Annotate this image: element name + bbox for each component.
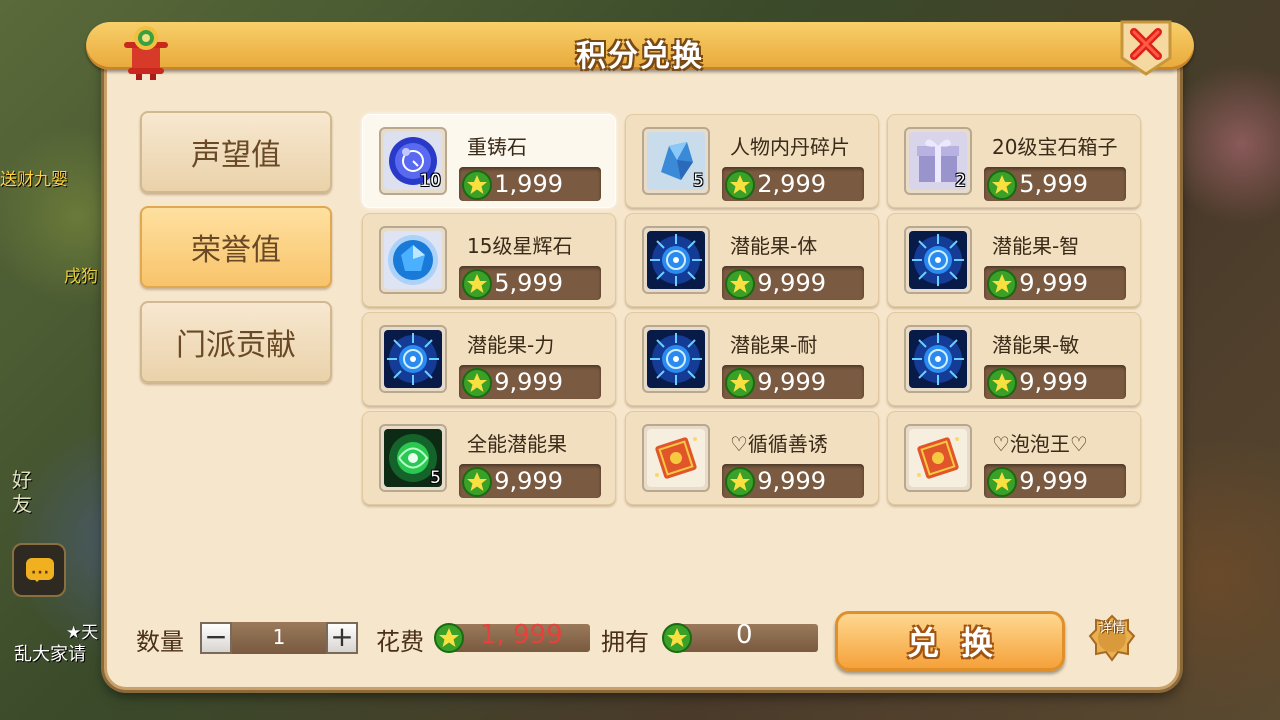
item-price: 5,999 [494,269,563,297]
item-slot [379,325,447,393]
chat-dots-icon: ··· [31,565,50,581]
item-card[interactable]: 5 全能潜能果 9,999 [362,411,616,505]
chat-button[interactable]: ··· [12,543,66,597]
item-card[interactable]: ♡泡泡王♡ 9,999 [887,411,1141,505]
honor-coin-icon [461,367,493,399]
item-card[interactable]: 潜能果-智 9,999 [887,213,1141,307]
cost-label: 花费 [376,628,424,656]
cost-value: 1, 999 [480,620,563,650]
item-count: 5 [693,171,704,191]
honor-coin-icon [986,169,1018,201]
item-name: ♡循循善诱 [730,432,828,456]
item-price: 9,999 [1019,467,1088,495]
item-card[interactable]: 潜能果-力 9,999 [362,312,616,406]
item-name: 潜能果-敏 [992,333,1080,357]
window-title: 积分兑换 [576,39,704,74]
red-ticket-icon [647,429,705,487]
item-card[interactable]: 5 人物内丹碎片 2,999 [625,114,879,208]
item-slot [642,325,710,393]
honor-coin-icon [434,623,464,653]
quantity-label: 数量 [136,628,184,656]
chat-message-text: 乱大家请 [14,644,86,665]
quantity-value[interactable]: 1 [236,625,322,649]
honor-coin-icon [461,169,493,201]
item-name: 潜能果-智 [992,234,1080,258]
item-card[interactable]: 潜能果-耐 9,999 [625,312,879,406]
item-price: 9,999 [494,368,563,396]
item-name: 全能潜能果 [467,432,567,456]
world-npc-name: 送财九婴 [0,170,68,190]
item-slot [642,226,710,294]
item-price: 2,999 [757,170,826,198]
honor-coin-icon [724,169,756,201]
potential-fruit-icon [384,330,442,388]
potential-fruit-icon [909,330,967,388]
honor-coin-icon [986,367,1018,399]
item-name: 20级宝石箱子 [992,135,1118,159]
potential-fruit-icon [647,231,705,289]
item-slot [642,424,710,492]
own-value: 0 [736,620,753,650]
item-name: 潜能果-体 [730,234,818,258]
item-name: 人物内丹碎片 [730,135,850,159]
potential-fruit-icon [909,231,967,289]
honor-coin-icon [461,268,493,300]
item-price: 9,999 [757,368,826,396]
red-ticket-icon [909,429,967,487]
plus-button[interactable]: + [326,622,358,654]
quantity-stepper: − 1 + [200,622,358,654]
item-slot [379,226,447,294]
item-price: 9,999 [1019,368,1088,396]
honor-coin-icon [724,367,756,399]
honor-coin-icon [986,268,1018,300]
world-npc-name-2: 戌狗 [64,267,98,287]
item-grid: 10 重铸石 1,999 5 人物内丹碎片 2,999 2 20级宝石箱子 5,999 15级星辉… [356,108,1152,516]
item-slot: 5 [379,424,447,492]
item-price: 9,999 [494,467,563,495]
item-card[interactable]: 15级星辉石 5,999 [362,213,616,307]
item-price: 9,999 [1019,269,1088,297]
item-count: 2 [955,171,966,191]
item-slot [904,325,972,393]
honor-coin-icon [724,466,756,498]
item-slot: 10 [379,127,447,195]
item-name: 重铸石 [467,135,527,159]
detail-button[interactable]: 详情 [1088,614,1136,662]
exchange-button[interactable]: 兑换 [835,611,1065,671]
item-name: 15级星辉石 [467,234,573,258]
item-price: 9,999 [757,269,826,297]
item-slot [904,424,972,492]
blue-gem-icon [384,231,442,289]
item-card[interactable]: 潜能果-敏 9,999 [887,312,1141,406]
tab-honor[interactable]: 荣誉值 [140,206,332,288]
own-label: 拥有 [601,628,649,656]
item-card[interactable]: 潜能果-体 9,999 [625,213,879,307]
honor-coin-icon [724,268,756,300]
item-count: 5 [430,468,441,488]
lantern-icon [124,26,168,80]
item-slot [904,226,972,294]
detail-label: 详情 [1098,621,1125,636]
item-name: 潜能果-耐 [730,333,818,357]
potential-fruit-icon [647,330,705,388]
minus-button[interactable]: − [200,622,232,654]
item-card[interactable]: 2 20级宝石箱子 5,999 [887,114,1141,208]
item-price: 9,999 [757,467,826,495]
item-name: ♡泡泡王♡ [992,432,1088,456]
item-count: 10 [419,171,441,191]
item-name: 潜能果-力 [467,333,555,357]
close-button[interactable] [1118,18,1174,76]
honor-coin-icon [986,466,1018,498]
friend-label-2: 友 [12,492,32,516]
item-price: 1,999 [494,170,563,198]
tab-sect-contribution[interactable]: 门派贡献 [140,301,332,383]
item-slot: 2 [904,127,972,195]
tab-reputation[interactable]: 声望值 [140,111,332,193]
item-card[interactable]: ♡循循善诱 9,999 [625,411,879,505]
item-price: 5,999 [1019,170,1088,198]
honor-coin-icon [461,466,493,498]
honor-coin-icon [662,623,692,653]
item-slot: 5 [642,127,710,195]
item-card[interactable]: 10 重铸石 1,999 [362,114,616,208]
